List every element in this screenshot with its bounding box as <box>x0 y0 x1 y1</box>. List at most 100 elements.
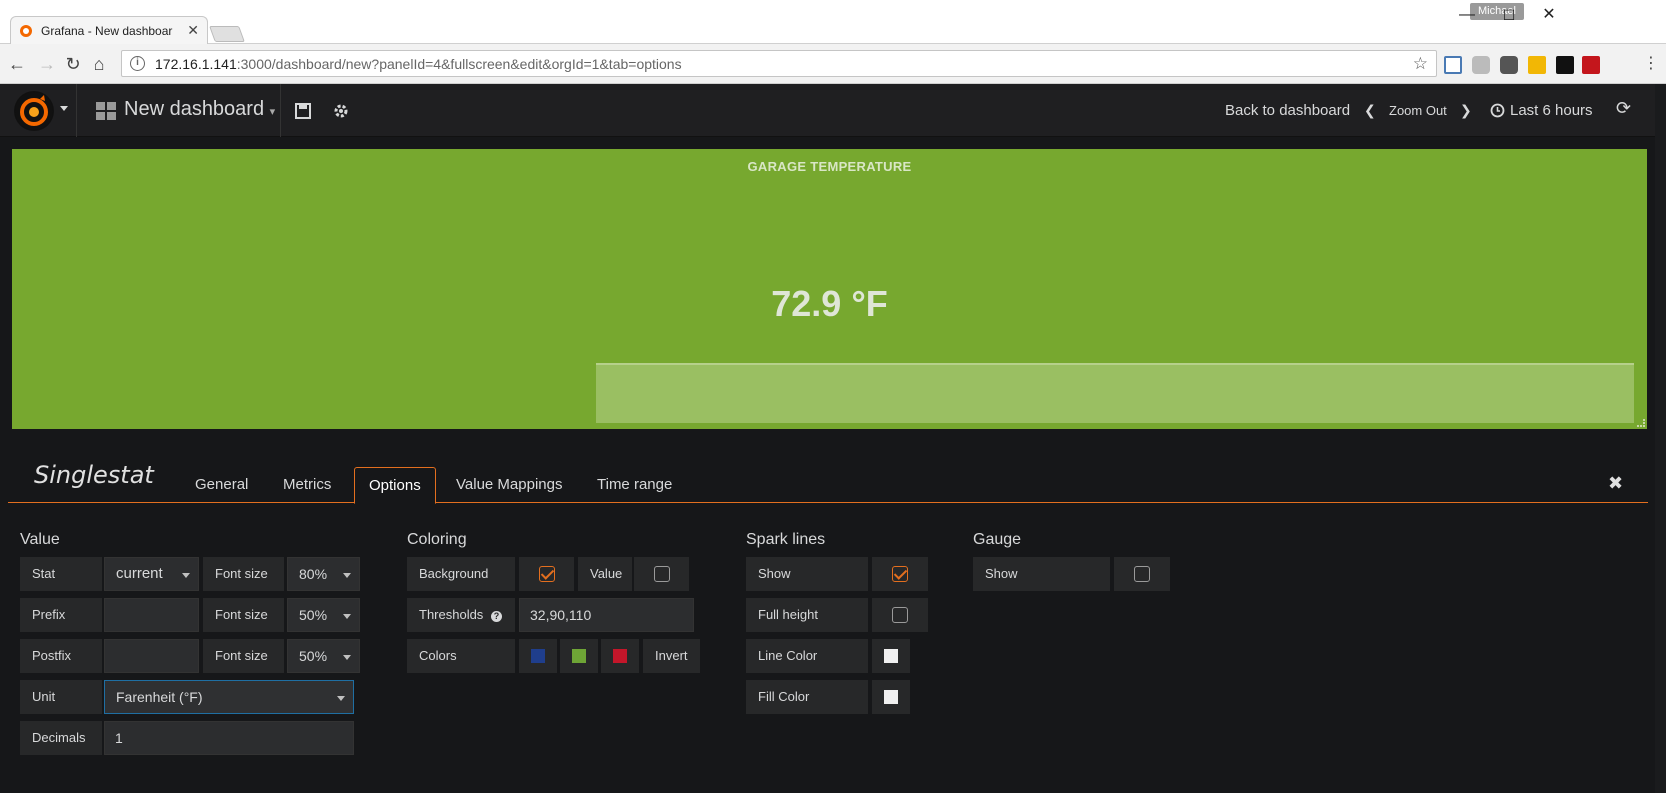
dashboard-title-text: New dashboard <box>124 98 265 120</box>
color-swatch-green <box>572 649 586 663</box>
gauge-show-checkbox[interactable] <box>1114 557 1170 591</box>
page-scrollbar[interactable] <box>1655 84 1666 793</box>
panel-editor: Singlestat General Metrics Options Value… <box>0 445 1666 793</box>
maximize-icon[interactable]: ☐ <box>1494 4 1524 26</box>
browser-tab-title: Grafana - New dashboar <box>41 23 173 38</box>
fill-color-label: Fill Color <box>746 680 868 714</box>
clock-icon <box>1490 103 1505 118</box>
color-picker-low[interactable] <box>519 639 557 673</box>
thresholds-input[interactable]: 32,90,110 <box>519 598 694 632</box>
back-to-dashboard-link[interactable]: Back to dashboard <box>1225 102 1350 119</box>
stat-select[interactable]: current <box>104 557 199 591</box>
colors-label: Colors <box>407 639 515 673</box>
shield-extension-icon[interactable] <box>1500 56 1518 74</box>
dashboard-grid-icon <box>96 102 116 120</box>
help-icon[interactable]: ? <box>490 611 502 622</box>
bookmark-star-icon[interactable]: ☆ <box>1413 54 1428 74</box>
url-path: :3000/dashboard/new?panelId=4&fullscreen… <box>236 55 682 72</box>
chevron-down-icon <box>182 573 190 578</box>
evernote-extension-icon[interactable] <box>1472 56 1490 74</box>
color-swatch-white <box>884 690 898 704</box>
save-icon[interactable] <box>294 102 312 120</box>
time-shift-back-icon[interactable]: ❮ <box>1364 102 1376 119</box>
chevron-down-icon <box>343 573 351 578</box>
prefix-font-size-select[interactable]: 50% <box>287 598 360 632</box>
forward-arrow-icon[interactable]: → <box>36 53 58 75</box>
postfix-font-size-select[interactable]: 50% <box>287 639 360 673</box>
panel-value: 72.9 °F <box>771 283 888 324</box>
full-height-checkbox[interactable] <box>872 598 928 632</box>
color-picker-mid[interactable] <box>560 639 598 673</box>
browser-titlebar: Grafana - New dashboar ✕ Michael — ☐ ✕ <box>0 0 1666 44</box>
decimals-input[interactable]: 1 <box>104 721 354 755</box>
postfix-label: Postfix <box>20 639 102 673</box>
unit-select[interactable]: Farenheit (°F) <box>104 680 354 714</box>
refresh-icon[interactable]: ⟳ <box>1616 98 1631 119</box>
time-range-picker[interactable]: Last 6 hours <box>1510 102 1593 119</box>
dashboard-title[interactable]: New dashboard ▾ <box>124 98 275 121</box>
checkbox-unchecked-icon <box>653 566 670 582</box>
line-color-label: Line Color <box>746 639 868 673</box>
invert-colors-button[interactable]: Invert <box>643 639 700 673</box>
color-picker-high[interactable] <box>601 639 639 673</box>
background-label: Background <box>407 557 515 591</box>
grafana-logo-icon[interactable] <box>14 91 54 131</box>
color-swatch-white <box>884 649 898 663</box>
editor-title: Singlestat <box>34 461 154 489</box>
browser-menu-icon[interactable]: ⋮ <box>1640 53 1662 75</box>
minimize-icon[interactable]: — <box>1452 4 1482 26</box>
full-height-label: Full height <box>746 598 868 632</box>
gear-icon[interactable] <box>332 102 350 120</box>
panel-title[interactable]: GARAGE TEMPERATURE <box>12 159 1647 174</box>
postfix-input[interactable] <box>104 639 199 673</box>
spark-show-checkbox[interactable] <box>872 557 928 591</box>
editor-close-icon[interactable]: ✖ <box>1608 473 1623 494</box>
tab-value-mappings[interactable]: Value Mappings <box>442 467 576 503</box>
unit-select-value: Farenheit (°F) <box>116 689 203 705</box>
background-checkbox[interactable] <box>519 557 574 591</box>
window-close-icon[interactable]: ✕ <box>1534 4 1564 26</box>
singlestat-panel: GARAGE TEMPERATURE 72.9 °F <box>12 149 1647 429</box>
spark-show-label: Show <box>746 557 868 591</box>
thresholds-label: Thresholds ? <box>407 598 515 632</box>
grafana-favicon-icon <box>20 24 32 37</box>
site-info-icon[interactable]: i <box>130 56 145 71</box>
color-swatch-blue <box>531 649 545 663</box>
fill-color-picker[interactable] <box>872 680 910 714</box>
home-icon[interactable]: ⌂ <box>88 53 110 75</box>
tab-metrics[interactable]: Metrics <box>269 467 345 503</box>
spark-lines-section-title: Spark lines <box>746 531 826 548</box>
coloring-value-checkbox[interactable] <box>634 557 689 591</box>
tab-options[interactable]: Options <box>354 467 436 504</box>
time-shift-forward-icon[interactable]: ❯ <box>1460 102 1472 119</box>
grafana-top-nav: New dashboard ▾ Back to dashboard ❮ Zoom… <box>0 84 1666 137</box>
pdf-extension-icon[interactable] <box>1582 56 1600 74</box>
zoom-out-button[interactable]: Zoom Out <box>1389 103 1447 118</box>
line-color-picker[interactable] <box>872 639 910 673</box>
value-section-title: Value <box>20 531 60 548</box>
editor-tabs-underline <box>8 502 1648 503</box>
reload-icon[interactable]: ↻ <box>62 53 84 75</box>
prefix-font-size-value: 50% <box>299 607 328 623</box>
coloring-value-label: Value <box>578 557 632 591</box>
screenshot-extension-icon[interactable] <box>1444 56 1462 74</box>
chevron-down-icon <box>343 655 351 660</box>
postfix-font-size-value: 50% <box>299 648 328 664</box>
address-bar[interactable]: i 172.16.1.141 :3000/dashboard/new?panel… <box>121 50 1437 77</box>
lastpass-extension-icon[interactable] <box>1528 56 1546 74</box>
stat-font-size-label: Font size <box>203 557 284 591</box>
checkbox-checked-icon <box>538 566 555 582</box>
panel-resize-handle[interactable] <box>1637 419 1645 427</box>
tab-close-icon[interactable]: ✕ <box>187 22 199 39</box>
stat-font-size-select[interactable]: 80% <box>287 557 360 591</box>
checkbox-unchecked-icon <box>892 607 908 623</box>
prefix-input[interactable] <box>104 598 199 632</box>
tab-time-range[interactable]: Time range <box>583 467 686 503</box>
amazon-extension-icon[interactable] <box>1556 56 1574 74</box>
new-tab-button[interactable] <box>209 26 245 42</box>
browser-tab[interactable]: Grafana - New dashboar ✕ <box>10 16 208 44</box>
tab-general[interactable]: General <box>181 467 262 503</box>
grafana-menu-caret-icon[interactable] <box>60 106 68 111</box>
back-arrow-icon[interactable]: ← <box>6 53 28 75</box>
sparkline-fill <box>596 363 1634 423</box>
